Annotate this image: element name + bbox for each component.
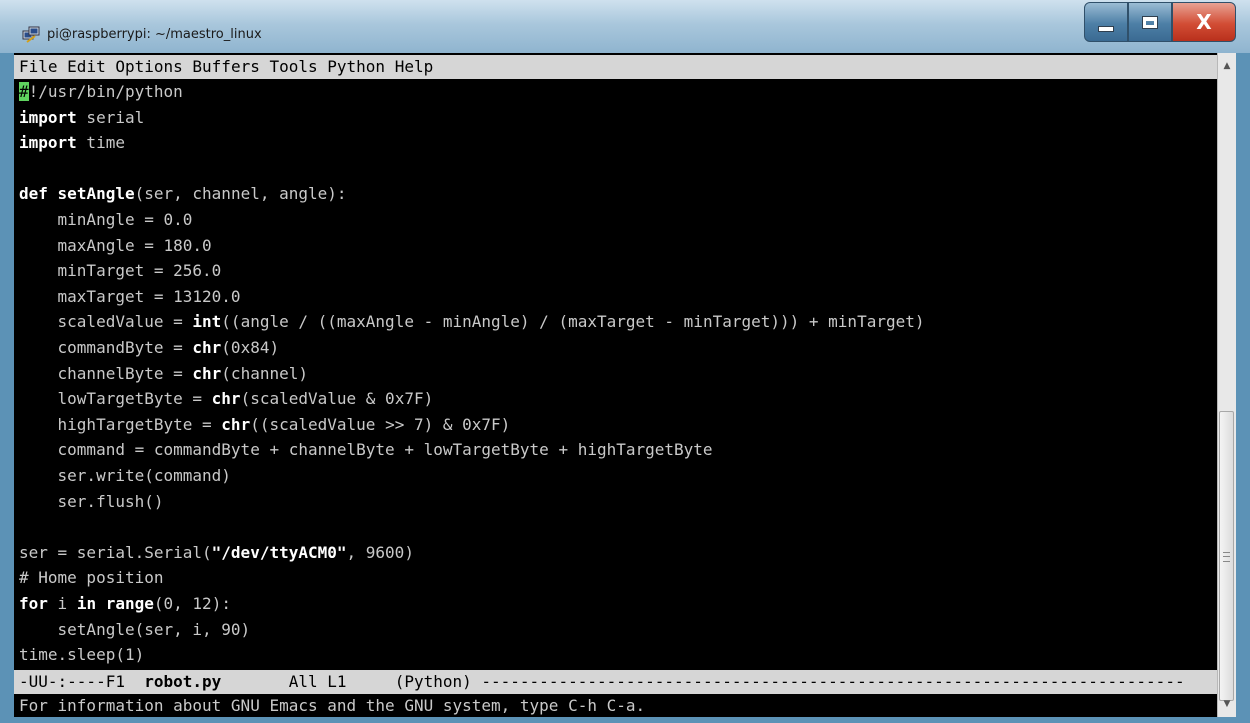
code-token: maxTarget = 13120.0 — [19, 286, 241, 306]
putty-terminal-icon — [22, 26, 40, 43]
code-token: ser = serial.Serial( — [19, 542, 212, 562]
window-title: pi@raspberrypi: ~/maestro_linux — [47, 27, 262, 42]
code-token: ((scaledValue >> 7) & 0x7F) — [250, 414, 511, 434]
code-token: commandByte = — [19, 338, 193, 357]
code-token: (scaledValue & 0x7F) — [240, 389, 434, 409]
mode-line-text: -UU-:----F1 robot.py All L1 (Python) ---… — [19, 670, 1215, 694]
keyword-token: def — [19, 184, 48, 204]
menu-item-edit[interactable]: Edit — [67, 57, 115, 76]
keyword-token: import — [19, 107, 77, 127]
menu-item-help[interactable]: Help — [395, 57, 434, 76]
code-line: lowTargetByte = chr(scaledValue & 0x7F) — [19, 387, 1215, 411]
keyword-token: import — [19, 133, 77, 153]
code-line: minAngle = 0.0 — [19, 208, 1215, 232]
code-token: minTarget = 256.0 — [19, 261, 222, 281]
menu-item-options[interactable]: Options — [115, 57, 192, 76]
keyword-token: "/dev/ttyACM0" — [211, 542, 347, 562]
code-line: highTargetByte = chr((scaledValue >> 7) … — [19, 413, 1215, 437]
code-token: (0, 12): — [153, 594, 231, 613]
code-line: time.sleep(1) — [19, 643, 1215, 667]
code-token: ser.write(command) — [19, 466, 231, 485]
code-token: highTargetByte = — [19, 414, 222, 434]
code-line: ser.flush() — [19, 490, 1215, 514]
close-button[interactable]: X — [1172, 2, 1236, 42]
close-icon: X — [1196, 10, 1212, 34]
code-token: maxAngle = 180.0 — [19, 235, 212, 255]
keyword-token: chr — [192, 338, 222, 357]
code-line: channelByte = chr(channel) — [19, 362, 1215, 386]
code-line: minTarget = 256.0 — [19, 259, 1215, 283]
menu-items: File Edit Options Buffers Tools Python H… — [19, 55, 1215, 79]
code-line: for i in range(0, 12): — [19, 592, 1215, 616]
code-token: minAngle = 0.0 — [19, 210, 193, 229]
keyword-token: range — [105, 594, 154, 613]
text-cursor: # — [19, 82, 29, 101]
keyword-token: chr — [221, 414, 251, 434]
menu-item-buffers[interactable]: Buffers — [192, 57, 269, 76]
emacs-terminal[interactable]: File Edit Options Buffers Tools Python H… — [14, 53, 1217, 717]
code-line: maxTarget = 13120.0 — [19, 285, 1215, 309]
code-token: scaledValue = — [19, 312, 193, 332]
scroll-down-icon[interactable]: ▼ — [1218, 695, 1236, 713]
code-token: (0x84) — [221, 338, 280, 357]
mode-line-filename: robot.py — [144, 672, 222, 691]
keyword-token: setAngle — [57, 184, 135, 204]
code-line: setAngle(ser, i, 90) — [19, 618, 1215, 642]
scroll-grip-icon — [1223, 552, 1230, 562]
code-line: scaledValue = int((angle / ((maxAngle - … — [19, 310, 1215, 334]
terminal-window: pi@raspberrypi: ~/maestro_linux X File E… — [0, 0, 1250, 723]
code-line: # Home position — [19, 566, 1215, 590]
minimize-icon — [1098, 26, 1114, 32]
mode-line-status: All L1 (Python) ------------------------… — [221, 672, 1185, 691]
title-bar[interactable]: pi@raspberrypi: ~/maestro_linux X — [0, 0, 1250, 53]
code-token: time — [76, 133, 125, 153]
scrollbar-thumb[interactable] — [1219, 411, 1234, 701]
code-line: def setAngle(ser, channel, angle): — [19, 182, 1215, 206]
vertical-scrollbar[interactable]: ▲ ▼ — [1217, 53, 1236, 717]
code-token: ser.flush() — [19, 491, 164, 511]
code-line: ser = serial.Serial("/dev/ttyACM0", 9600… — [19, 541, 1215, 565]
code-token: (channel) — [221, 363, 308, 383]
menu-item-file[interactable]: File — [19, 57, 67, 76]
mode-line: -UU-:----F1 robot.py All L1 (Python) ---… — [14, 670, 1217, 694]
window-controls: X — [1084, 2, 1236, 42]
code-token: lowTargetByte = — [19, 389, 212, 409]
maximize-button[interactable] — [1128, 2, 1172, 42]
code-token: , 9600) — [346, 542, 414, 562]
code-token: !/usr/bin/python — [28, 82, 183, 101]
code-token: command = commandByte + channelByte + lo… — [19, 440, 713, 460]
code-token: time.sleep(1) — [19, 645, 145, 665]
code-line: command = commandByte + channelByte + lo… — [19, 438, 1215, 462]
code-token: ((angle / ((maxAngle - minAngle) / (maxT… — [221, 312, 925, 332]
code-token: channelByte = — [19, 363, 193, 383]
code-line: import time — [19, 131, 1215, 155]
code-token: # Home position — [19, 568, 164, 588]
code-line: commandByte = chr(0x84) — [19, 336, 1215, 360]
code-line: maxAngle = 180.0 — [19, 234, 1215, 258]
menu-item-tools[interactable]: Tools — [269, 57, 327, 76]
code-token: (ser, channel, angle): — [134, 184, 347, 204]
code-token: serial — [76, 107, 145, 127]
keyword-token: int — [192, 312, 222, 332]
keyword-token: in — [76, 594, 97, 613]
keyword-token: chr — [192, 363, 222, 383]
menu-item-python[interactable]: Python — [327, 57, 394, 76]
keyword-token: for — [19, 594, 48, 613]
code-line: #!/usr/bin/python — [19, 80, 1215, 104]
minimize-button[interactable] — [1084, 2, 1128, 42]
keyword-token: chr — [211, 389, 241, 409]
mode-line-prefix: -UU-:----F1 — [19, 672, 145, 691]
code-token: i — [47, 594, 77, 613]
code-line: import serial — [19, 106, 1215, 130]
emacs-menu-bar: File Edit Options Buffers Tools Python H… — [14, 55, 1217, 79]
maximize-icon — [1142, 15, 1158, 29]
echo-area: For information about GNU Emacs and the … — [19, 696, 646, 715]
scroll-up-icon[interactable]: ▲ — [1218, 57, 1236, 75]
code-line: ser.write(command) — [19, 464, 1215, 488]
code-token: setAngle(ser, i, 90) — [19, 619, 251, 639]
